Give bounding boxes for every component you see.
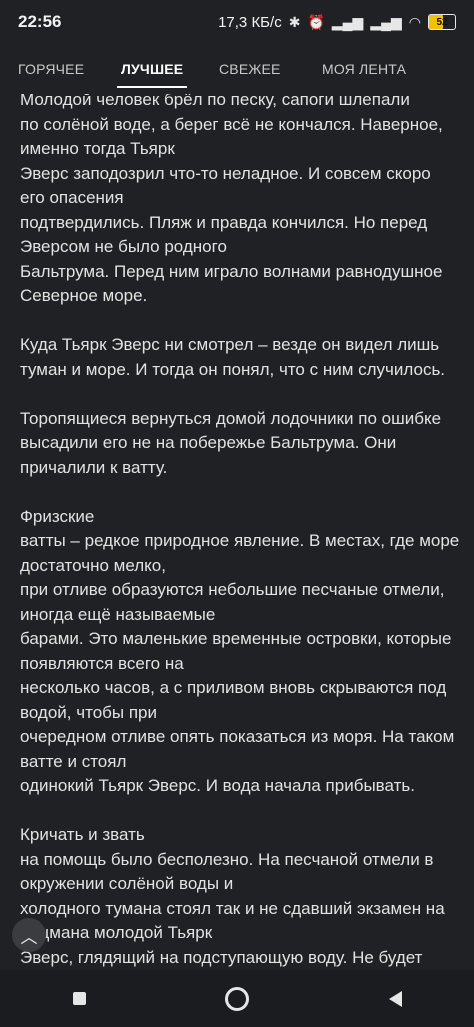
square-icon	[72, 992, 86, 1005]
signal-icon-2: ▂▄▆	[370, 13, 402, 30]
article-paragraph: Куда Тьярк Эверс ни смотрел – везде он в…	[20, 335, 446, 379]
article-paragraph: Кричать и звать на помощь было бесполезн…	[20, 825, 445, 967]
article-paragraph: Торопящиеся вернуться домой лодочники по…	[20, 408, 442, 477]
tab-fresh[interactable]: СВЕЖЕЕ	[219, 44, 281, 94]
wifi-icon: ◠	[408, 13, 421, 30]
tab-my-feed[interactable]: МОЯ ЛЕНТА	[322, 44, 406, 94]
status-icons: 17,3 КБ/с ✱ ⏰ ▂▄▆ ▂▄▆ ◠ 52	[218, 14, 456, 31]
feed-tabs: ГОРЯЧЕЕ ЛУЧШЕЕ СВЕЖЕЕ МОЯ ЛЕНТА	[0, 44, 474, 94]
system-nav-bar	[0, 970, 474, 1027]
back-button[interactable]	[365, 979, 425, 1019]
network-speed: 17,3 КБ/с	[218, 13, 282, 31]
battery-level: 52	[436, 16, 448, 28]
battery-icon: 52	[428, 14, 456, 30]
home-button[interactable]	[207, 979, 267, 1019]
circle-icon	[225, 986, 249, 1011]
chevron-up-icon: ︿	[20, 927, 38, 947]
status-bar: 22:56 17,3 КБ/с ✱ ⏰ ▂▄▆ ▂▄▆ ◠ 52	[0, 0, 474, 44]
recents-button[interactable]	[49, 979, 109, 1019]
article-body: Молодой человек брёл по песку, сапоги шл…	[20, 88, 460, 995]
article-paragraph: Фризские ватты – редкое природное явлени…	[20, 506, 460, 796]
signal-icon: ▂▄▆	[331, 13, 364, 30]
bluetooth-icon: ✱	[288, 13, 301, 30]
tab-best[interactable]: ЛУЧШЕЕ	[116, 44, 188, 94]
status-time: 22:56	[18, 12, 62, 31]
scroll-up-button[interactable]: ︿	[12, 918, 46, 952]
alarm-icon: ⏰	[307, 13, 325, 30]
tab-hot[interactable]: ГОРЯЧЕЕ	[18, 44, 84, 94]
back-triangle-icon	[388, 990, 402, 1007]
article-paragraph: Молодой человек брёл по песку, сапоги шл…	[20, 90, 443, 305]
